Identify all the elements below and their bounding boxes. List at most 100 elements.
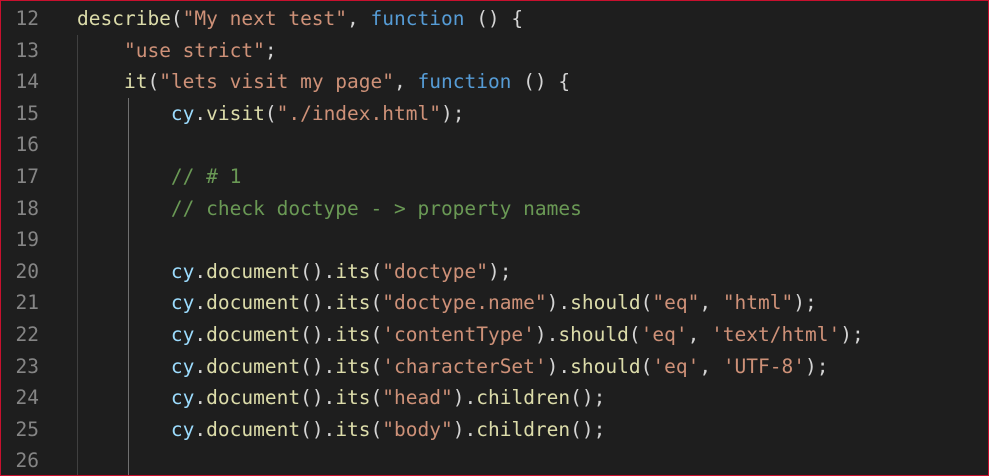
code-token: 'contentType' (382, 323, 535, 346)
code-token: (). (300, 323, 336, 346)
code-token: cy (170, 323, 195, 346)
code-token: (); (570, 417, 606, 441)
line-number: 21 (15, 291, 39, 315)
code-token: , (687, 323, 712, 346)
code-token: (). (300, 291, 336, 315)
code-text: cy.document().its("doctype.name").should… (77, 287, 817, 318)
line-number: 16 (15, 133, 39, 157)
code-text: cy.visit("./index.html"); (77, 98, 465, 129)
code-token: its (335, 323, 371, 346)
code-line[interactable]: 21 cy.document().its("doctype.name").sho… (1, 287, 988, 318)
line-number: 17 (15, 165, 39, 188)
code-token: ( (370, 259, 383, 283)
code-line[interactable]: 24 cy.document().its("head").children(); (1, 382, 988, 413)
code-token: ( (370, 417, 383, 441)
code-token: (). (300, 386, 336, 410)
code-token: ); (487, 259, 512, 283)
code-line[interactable]: 22 cy.document().its('contentType').shou… (1, 319, 988, 350)
code-token: 'eq' (652, 354, 700, 378)
line-number: 18 (15, 196, 39, 220)
code-token: . (194, 101, 207, 125)
code-token: "doctype.name" (382, 291, 547, 315)
code-line[interactable]: 16 (1, 129, 988, 160)
code-line[interactable]: 17 // # 1 (1, 161, 988, 192)
code-token: ( (170, 7, 183, 30)
line-number: 23 (15, 354, 39, 378)
code-token: ). (546, 291, 571, 315)
line-number: 14 (15, 70, 39, 94)
code-token: children (476, 417, 571, 441)
code-token: "use strict" (123, 38, 265, 62)
code-token: ( (370, 291, 383, 315)
code-line[interactable]: 20 cy.document().its("doctype"); (1, 256, 988, 287)
code-token: // check doctype - > property names (170, 196, 582, 220)
code-line[interactable]: 13 "use strict"; (1, 35, 988, 66)
code-token: (). (300, 417, 336, 441)
code-token: document (206, 386, 301, 410)
code-text: cy.document().its("doctype"); (77, 256, 512, 287)
code-token: its (335, 291, 371, 315)
code-token: function (417, 70, 512, 94)
code-token: () { (511, 70, 571, 94)
code-token: (). (300, 354, 336, 378)
line-number: 26 (15, 449, 39, 473)
code-token: . (194, 386, 207, 410)
code-token: ); (805, 354, 829, 378)
code-text: // check doctype - > property names (77, 193, 582, 224)
code-token: ); (440, 101, 465, 125)
code-token: cy (170, 101, 195, 125)
code-token: document (206, 259, 301, 283)
code-token: document (206, 323, 301, 346)
code-token: children (476, 386, 571, 410)
code-line[interactable]: 12 describe("My next test", function () { (1, 3, 988, 34)
code-line[interactable]: 18 // check doctype - > property names (1, 193, 988, 224)
code-line[interactable]: 15 cy.visit("./index.html"); (1, 98, 988, 129)
code-token: its (335, 417, 371, 441)
code-token: should (570, 354, 641, 378)
code-token: , (347, 7, 371, 30)
code-token: its (335, 259, 371, 283)
code-token: document (206, 354, 301, 378)
code-token: ( (264, 101, 277, 125)
code-token: cy (170, 354, 195, 378)
code-token: its (335, 386, 371, 410)
code-token: ( (370, 386, 383, 410)
code-line[interactable]: 26 (1, 445, 988, 475)
line-number: 19 (15, 228, 39, 252)
code-token: 'characterSet' (382, 354, 547, 378)
code-token: "html" (722, 291, 794, 315)
line-number: 12 (15, 7, 39, 30)
code-line[interactable]: 14 it("lets visit my page", function () … (1, 66, 988, 97)
code-line[interactable]: 23 cy.document().its('characterSet').sho… (1, 351, 988, 382)
code-editor[interactable]: 12 describe("My next test", function () {… (0, 0, 989, 476)
code-token: ( (640, 354, 653, 378)
code-token: ). (534, 323, 559, 346)
code-text: cy.document().its("head").children(); (77, 382, 605, 413)
code-line[interactable]: 19 (1, 224, 988, 255)
code-token: ). (546, 354, 571, 378)
code-token: 'text/html' (711, 323, 841, 346)
code-token: . (194, 354, 207, 378)
code-token: "doctype" (382, 259, 488, 283)
code-token: . (194, 291, 207, 315)
code-token: ( (370, 323, 383, 346)
code-token: . (194, 417, 207, 441)
code-token: function (370, 7, 465, 30)
code-token: (). (300, 259, 336, 283)
code-token: document (206, 417, 301, 441)
code-token: describe (77, 7, 171, 30)
code-text: "use strict"; (77, 35, 277, 66)
line-number: 20 (15, 259, 39, 283)
code-token: 'eq' (640, 323, 688, 346)
code-token: "body" (382, 417, 453, 441)
code-token: ). (452, 386, 477, 410)
code-token: . (194, 259, 207, 283)
code-line[interactable]: 25 cy.document().its("body").children(); (1, 414, 988, 445)
